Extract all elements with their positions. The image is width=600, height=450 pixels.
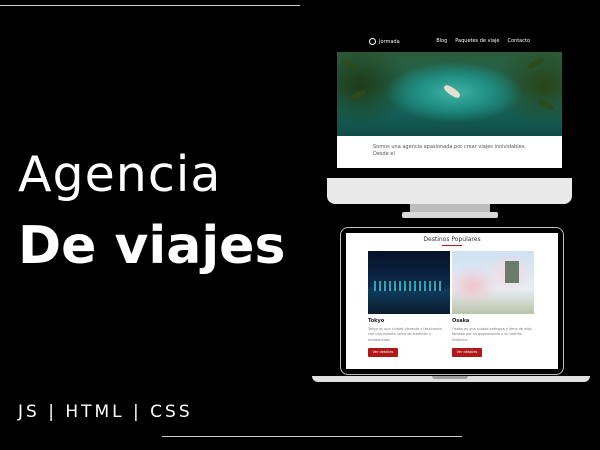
- monitor-chin: [327, 178, 572, 204]
- site-brand: Jormada: [379, 38, 400, 45]
- palm-leaf: [526, 55, 546, 71]
- desktop-monitor-mockup: Jormada Blog Paquetes de viaje Contacto …: [327, 20, 572, 218]
- palm-leaf: [340, 57, 360, 73]
- card-title: Osaka: [452, 318, 470, 324]
- palm-leaf: [536, 98, 556, 112]
- site-logo[interactable]: Jormada: [369, 38, 400, 45]
- laptop-notch: [432, 376, 468, 379]
- headline-line-1: Agencia: [18, 146, 222, 203]
- monitor-stand-foot: [402, 212, 498, 218]
- osaka-image: [452, 251, 534, 314]
- details-button[interactable]: Ver detalles: [368, 347, 398, 357]
- top-divider: [0, 5, 300, 6]
- bottom-divider: [162, 436, 462, 437]
- nav-link-blog[interactable]: Blog: [436, 38, 447, 44]
- hero-image: [337, 52, 562, 136]
- monitor-screen: Jormada Blog Paquetes de viaje Contacto …: [337, 30, 562, 168]
- card-description: Osaka es una ciudad enérgica y llena de …: [452, 327, 533, 342]
- destination-card-osaka: Osaka Osaka es una ciudad enérgica y lle…: [452, 251, 534, 357]
- monitor-bezel: Jormada Blog Paquetes de viaje Contacto …: [327, 20, 572, 182]
- logo-icon: [369, 38, 376, 45]
- laptop-mockup: Destinos Populares Tokyo Tokyo es una ci…: [312, 223, 590, 383]
- laptop-screen: Destinos Populares Tokyo Tokyo es una ci…: [346, 233, 558, 369]
- card-description: Tokyo es una ciudad vibrante y fascinant…: [368, 327, 443, 342]
- about-section: Somos una agencia apasionada por crear v…: [337, 136, 562, 168]
- boat: [442, 83, 462, 100]
- section-title-underline: [442, 245, 462, 246]
- about-text: Somos una agencia apasionada por crear v…: [373, 144, 526, 157]
- headline-line-2: De viajes: [18, 216, 286, 276]
- tech-stack-label: JS | HTML | CSS: [18, 402, 193, 422]
- section-title: Destinos Populares: [423, 236, 481, 243]
- nav-links: Blog Paquetes de viaje Contacto: [436, 38, 530, 44]
- card-title: Tokyo: [368, 318, 385, 324]
- palm-leaf: [348, 88, 368, 102]
- destination-card-tokyo: Tokyo Tokyo es una ciudad vibrante y fas…: [368, 251, 450, 357]
- nav-link-contacto[interactable]: Contacto: [507, 38, 530, 44]
- site-navbar: Jormada Blog Paquetes de viaje Contacto: [337, 30, 562, 52]
- details-button[interactable]: Ver detalles: [452, 347, 482, 357]
- nav-link-paquetes[interactable]: Paquetes de viaje: [455, 38, 499, 44]
- tokyo-image: [368, 251, 450, 314]
